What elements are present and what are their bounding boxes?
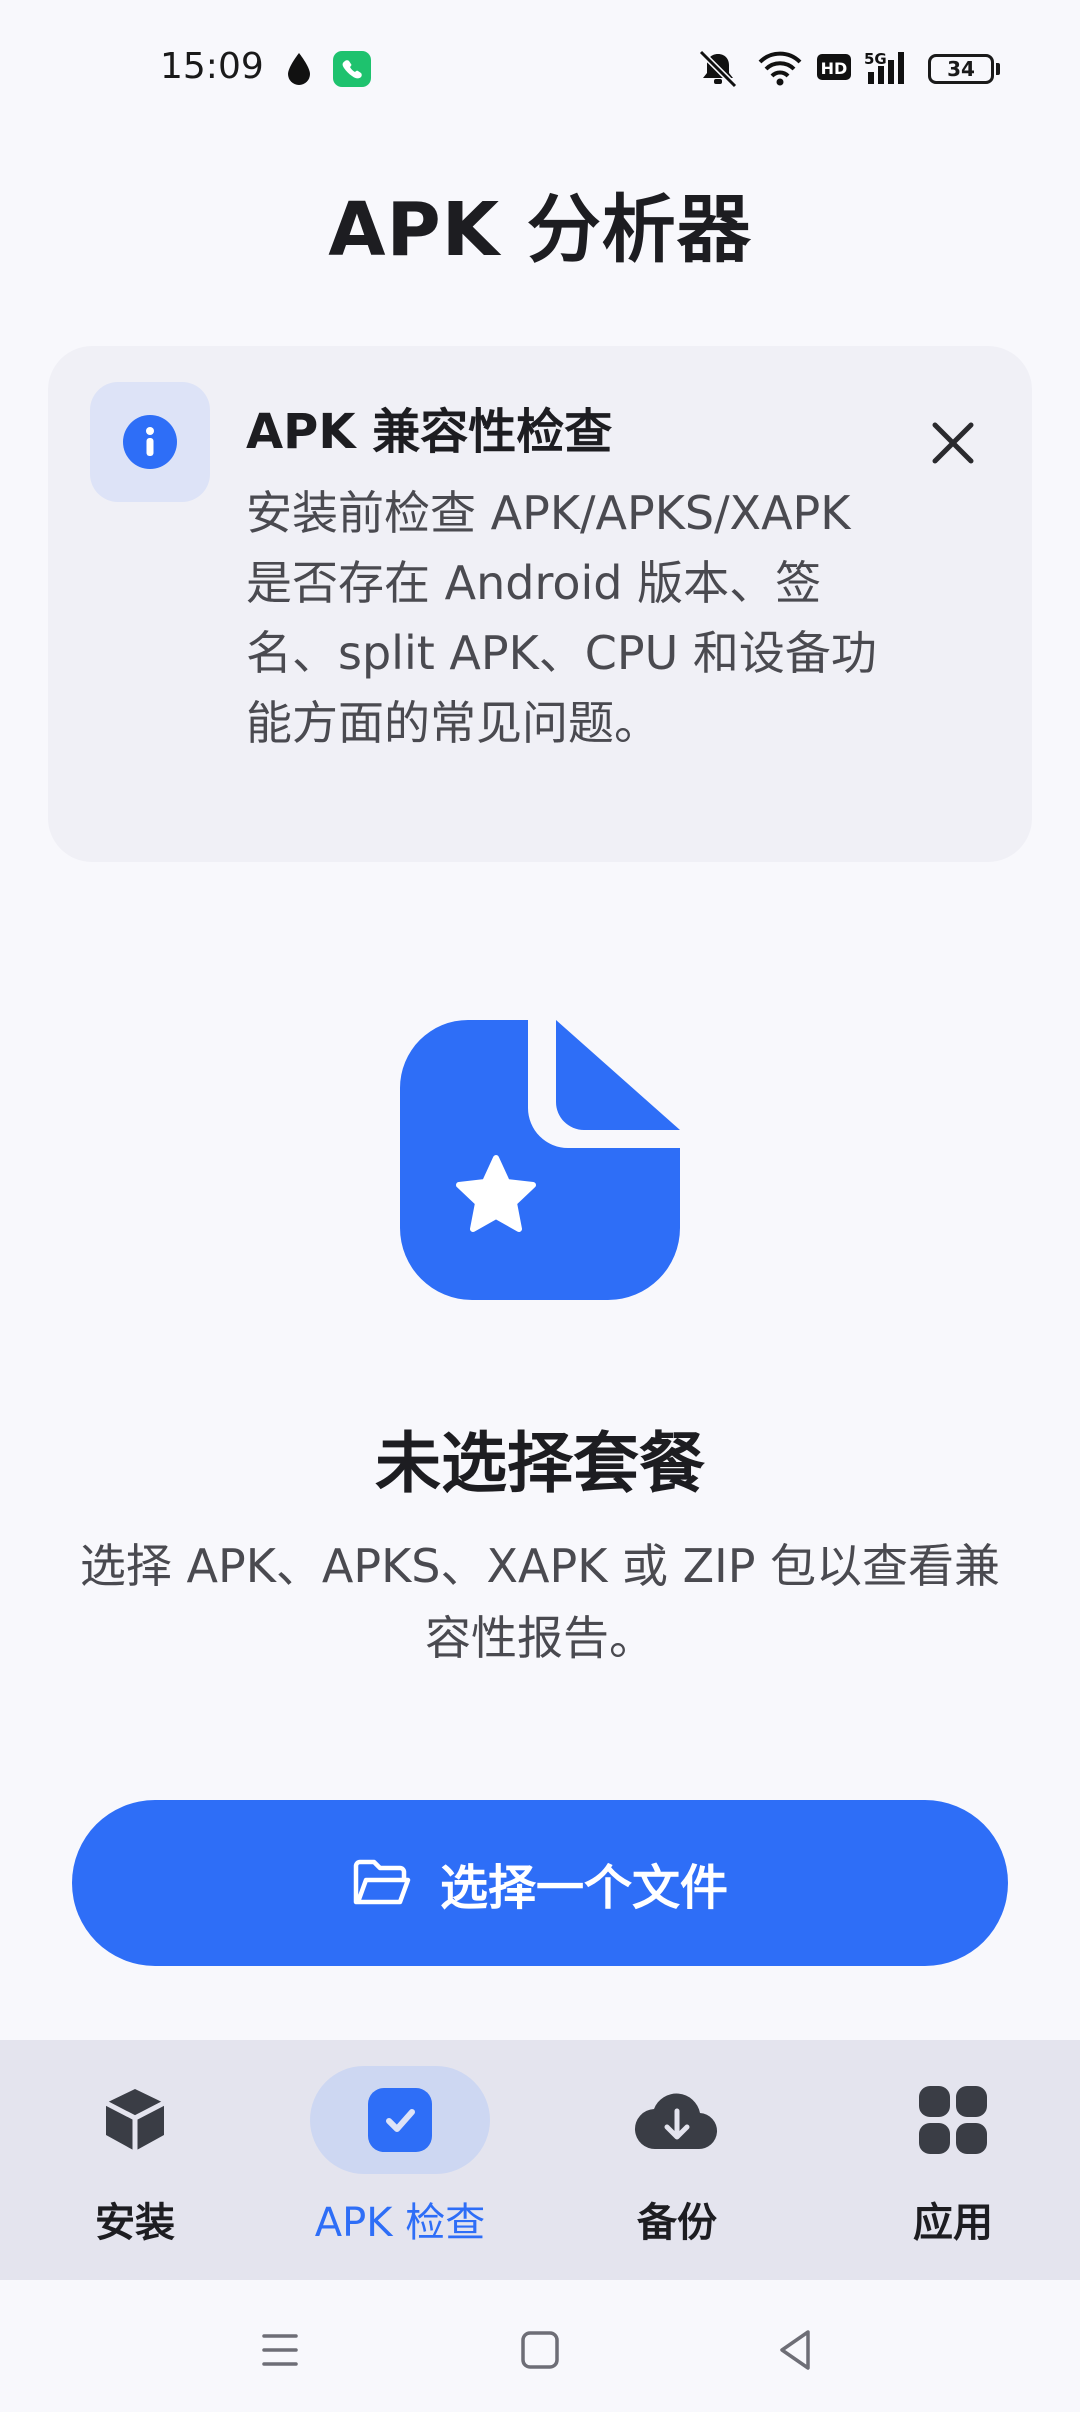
empty-state-description: 选择 APK、APKS、XAPK 或 ZIP 包以查看兼容性报告。 [79, 1539, 1001, 1665]
nav-active-pill [310, 2066, 490, 2174]
nav-label-apk-check: APK 检查 [314, 2200, 486, 2246]
info-card-title: APK 兼容性检查 [246, 404, 613, 460]
5g-signal-icon: 5G [864, 50, 904, 84]
system-navigation-bar [0, 2280, 1080, 2412]
battery-level: 34 [947, 57, 975, 81]
home-icon[interactable] [510, 2320, 570, 2380]
status-time: 15:09 [160, 46, 264, 87]
apps-grid-icon [919, 2086, 987, 2154]
svg-text:HD: HD [821, 59, 848, 78]
nav-icon-wrap [587, 2066, 767, 2174]
phone-call-icon [333, 51, 371, 87]
cloud-download-icon [634, 2093, 718, 2150]
info-icon [123, 415, 177, 469]
nav-icon-wrap [863, 2066, 1043, 2174]
nav-label-install: 安装 [95, 2200, 175, 2246]
nav-label-apps: 应用 [913, 2200, 993, 2246]
svg-text:5G: 5G [864, 50, 887, 68]
nav-item-backup[interactable]: 备份 [542, 2040, 812, 2280]
nav-item-apps[interactable]: 应用 [818, 2040, 1080, 2280]
menu-icon[interactable] [250, 2320, 310, 2380]
check-square-icon [368, 2088, 432, 2152]
close-button[interactable] [918, 408, 988, 478]
water-drop-icon [288, 53, 310, 85]
nav-label-backup: 备份 [637, 2200, 717, 2246]
back-icon[interactable] [766, 2320, 826, 2380]
info-card: APK 兼容性检查 安装前检查 APK/APKS/XAPK 是否存在 Andro… [48, 346, 1032, 862]
bottom-navigation: 安装 APK 检查 备份 应用 [0, 2040, 1080, 2280]
battery-tip [996, 63, 1000, 75]
wifi-icon [758, 51, 802, 86]
folder-open-icon [353, 1859, 411, 1905]
choose-file-label: 选择一个文件 [439, 1860, 728, 1916]
file-star-icon [400, 1020, 680, 1300]
nav-item-apk-check[interactable]: APK 检查 [265, 2040, 535, 2280]
info-card-body: 安装前检查 APK/APKS/XAPK 是否存在 Android 版本、签名、s… [246, 486, 877, 750]
nav-icon-wrap [45, 2066, 225, 2174]
empty-state-title: 未选择套餐 [375, 1425, 705, 1502]
hd-icon: HD [817, 54, 851, 80]
status-bar: 15:09 HD 5G 34 [0, 0, 1080, 140]
nav-item-install[interactable]: 安装 [0, 2040, 270, 2280]
close-icon [932, 422, 974, 464]
choose-file-button[interactable]: 选择一个文件 [72, 1800, 1008, 1966]
page-title: APK 分析器 [328, 187, 752, 273]
mute-icon [698, 49, 738, 89]
box-icon [104, 2089, 166, 2151]
battery-icon: 34 [928, 54, 994, 84]
info-icon-tile [90, 382, 210, 502]
